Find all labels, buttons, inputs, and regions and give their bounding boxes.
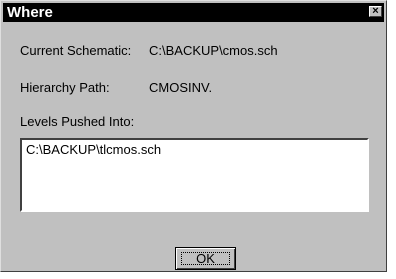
- hierarchy-path-label: Hierarchy Path:: [20, 80, 110, 95]
- list-item[interactable]: C:\BACKUP\tlcmos.sch: [26, 142, 161, 158]
- ok-button[interactable]: OK: [175, 247, 236, 270]
- window-title: Where: [7, 4, 53, 21]
- levels-listbox[interactable]: C:\BACKUP\tlcmos.sch: [20, 138, 369, 212]
- ok-button-label: OK: [196, 251, 215, 266]
- current-schematic-value: C:\BACKUP\cmos.sch: [149, 43, 278, 58]
- title-bar[interactable]: Where ×: [3, 3, 384, 22]
- levels-pushed-into-label: Levels Pushed Into:: [20, 114, 135, 129]
- current-schematic-label: Current Schematic:: [20, 43, 132, 58]
- where-dialog: Where × Current Schematic: C:\BACKUP\cmo…: [0, 0, 387, 272]
- hierarchy-path-value: CMOSINV.: [149, 80, 213, 95]
- close-button[interactable]: ×: [369, 5, 382, 17]
- close-icon: ×: [372, 5, 379, 17]
